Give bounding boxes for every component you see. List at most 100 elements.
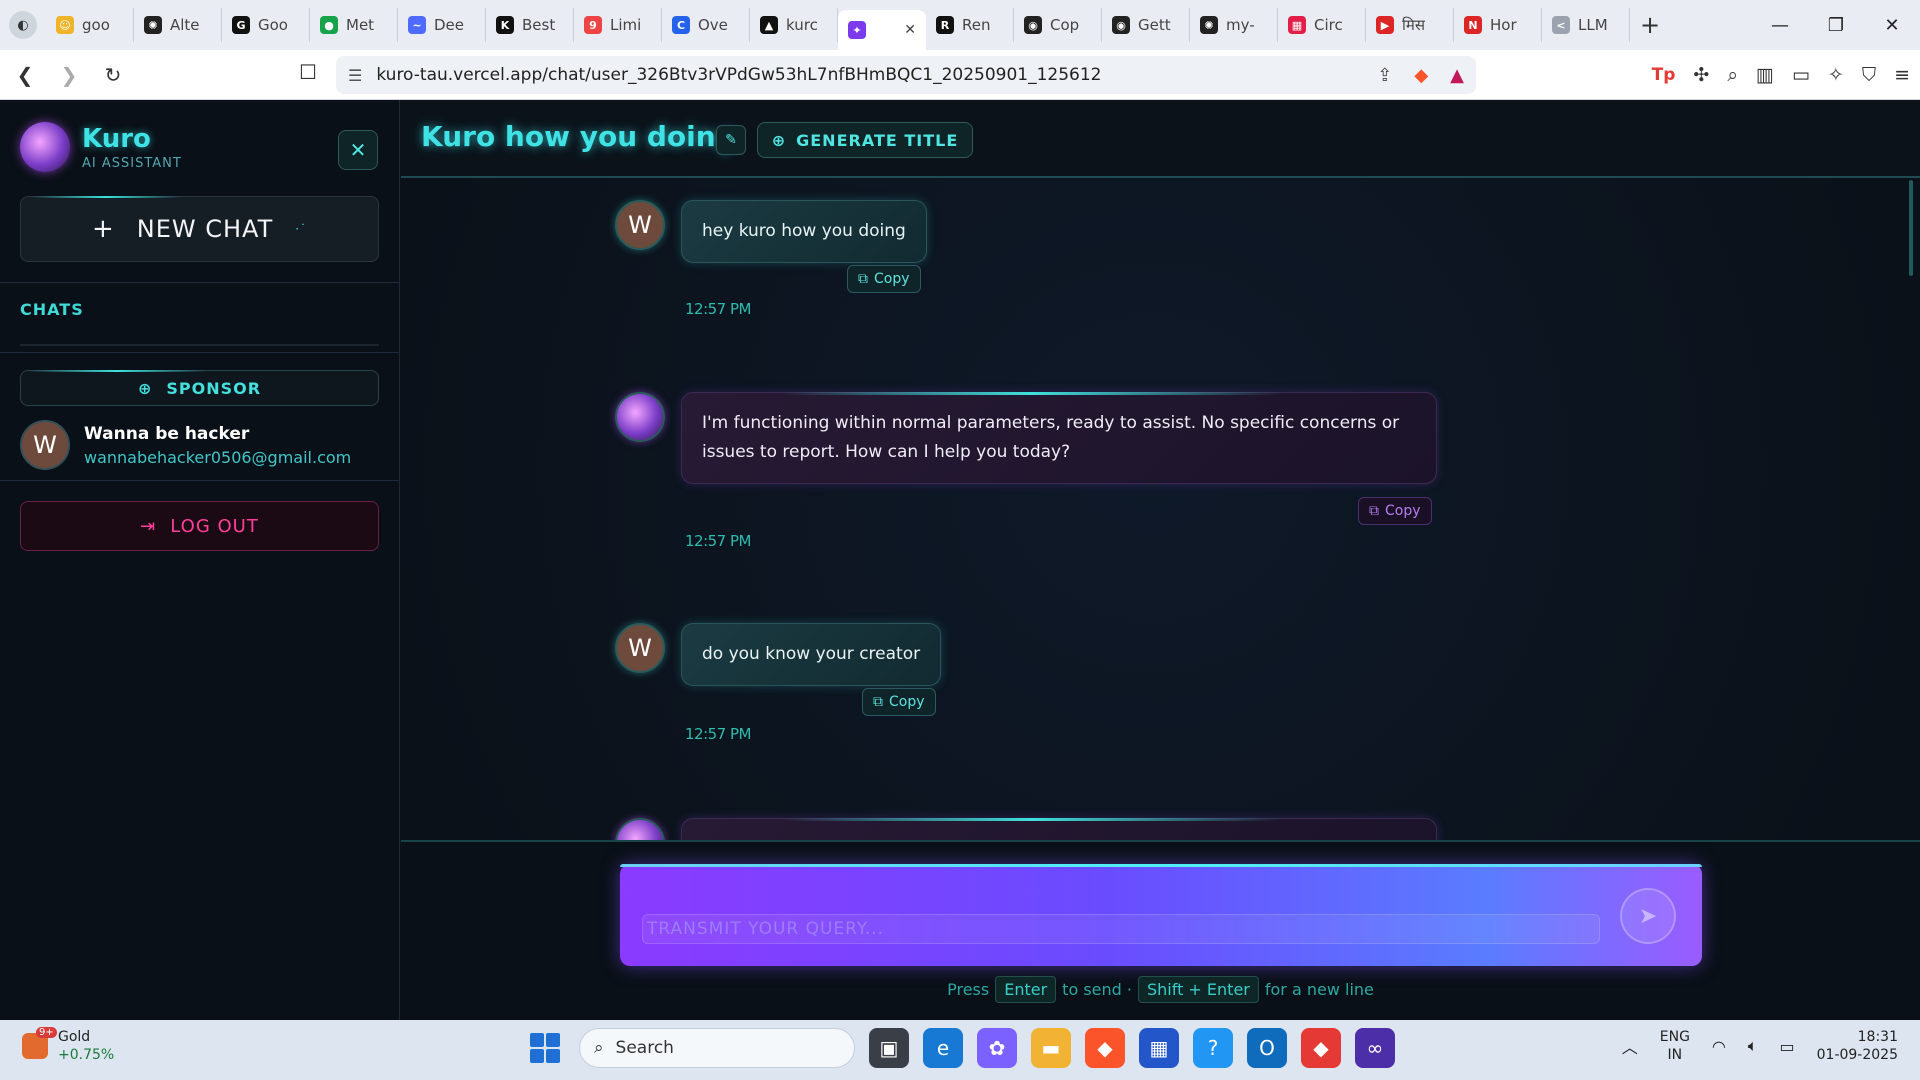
- tab-title: Alte: [170, 16, 200, 34]
- tab-title: Best: [522, 16, 556, 34]
- browser-tab[interactable]: ~ Dee: [398, 8, 486, 42]
- browser-tab[interactable]: R Ren: [926, 8, 1014, 42]
- copy-button[interactable]: ⧉ Copy: [847, 265, 921, 293]
- url-bar[interactable]: ☰ kuro-tau.vercel.app/chat/user_326Btv3r…: [336, 56, 1476, 94]
- close-window-icon[interactable]: ✕: [1864, 0, 1920, 50]
- browser-tab[interactable]: ✺ Alte: [134, 8, 222, 42]
- leo-ai-icon[interactable]: ✧: [1828, 64, 1844, 86]
- browser-tab[interactable]: C Ove: [662, 8, 750, 42]
- browser-tab[interactable]: 9 Limi: [574, 8, 662, 42]
- wifi-icon[interactable]: ◠: [1712, 1037, 1726, 1056]
- browser-tab[interactable]: ▲ kurc: [750, 8, 838, 42]
- tab-actions-button[interactable]: ◐: [0, 0, 46, 50]
- scrollbar-thumb[interactable]: [1909, 180, 1913, 276]
- plus-icon: +: [91, 214, 115, 244]
- sidebar: Kuro AI ASSISTANT ✕ + NEW CHAT ·˙ CHATS …: [0, 100, 400, 1020]
- close-sidebar-button[interactable]: ✕: [338, 130, 378, 170]
- browser-tab[interactable]: ☺ goo: [46, 8, 134, 42]
- language-indicator[interactable]: ENG IN: [1660, 1028, 1690, 1064]
- browser-tab[interactable]: ◉ Cop: [1014, 8, 1102, 42]
- extension-tp-icon[interactable]: Tp: [1652, 65, 1676, 85]
- taskbar-search[interactable]: ⌕ Search: [579, 1028, 855, 1068]
- copy-button[interactable]: ⧉ Copy: [1358, 497, 1432, 525]
- reload-button[interactable]: ↻: [94, 56, 132, 94]
- app-diamond-icon[interactable]: ◆: [1301, 1028, 1341, 1068]
- kuro-avatar: [615, 392, 665, 442]
- screenshot-icon[interactable]: ⌕: [1727, 64, 1738, 86]
- bookmark-icon[interactable]: ☐: [288, 60, 328, 84]
- generate-title-label: GENERATE TITLE: [796, 130, 959, 150]
- forward-button[interactable]: ❯: [50, 56, 88, 94]
- copy-button[interactable]: ⧉ Copy: [862, 688, 936, 716]
- extensions-icon[interactable]: ✣: [1693, 64, 1709, 86]
- browser-tab[interactable]: K Best: [486, 8, 574, 42]
- message-bubble: hey kuro how you doing: [681, 200, 927, 263]
- message-bubble: I'm functioning within normal parameters…: [681, 392, 1437, 484]
- message-input[interactable]: [642, 914, 1600, 944]
- tab-title: kurc: [786, 16, 818, 34]
- sponsor-button[interactable]: ⊕ SPONSOR: [20, 370, 379, 406]
- sponsor-icon: ⊕: [137, 378, 153, 398]
- tab-favicon-icon: ✺: [1200, 16, 1218, 34]
- back-button[interactable]: ❮: [6, 56, 44, 94]
- generate-icon: ⊕: [771, 130, 787, 150]
- edit-title-button[interactable]: ✎: [716, 125, 746, 155]
- widgets-button[interactable]: 9+ Gold +0.75%: [22, 1027, 114, 1064]
- site-settings-icon[interactable]: ☰: [348, 66, 362, 85]
- store-icon[interactable]: ▦: [1139, 1028, 1179, 1068]
- message-time: 12:57 PM: [685, 725, 751, 743]
- task-view-icon[interactable]: ▣: [869, 1028, 909, 1068]
- composer-area: ➤ Press Enter to send · Shift + Enter fo…: [401, 840, 1920, 1020]
- pencil-icon: ✎: [725, 132, 737, 148]
- tab-favicon-icon: ✦: [848, 21, 866, 39]
- app-root: Kuro AI ASSISTANT ✕ + NEW CHAT ·˙ CHATS …: [0, 100, 1920, 1020]
- share-icon[interactable]: ⇪: [1377, 65, 1392, 86]
- browser-tab[interactable]: ● Met: [310, 8, 398, 42]
- tab-title: Hor: [1490, 16, 1517, 34]
- tab-favicon-icon: ▦: [1288, 16, 1306, 34]
- battery-icon[interactable]: ▭: [1780, 1037, 1795, 1056]
- copilot-icon[interactable]: ✿: [977, 1028, 1017, 1068]
- new-tab-button[interactable]: +: [1630, 8, 1670, 42]
- kuro-avatar: [20, 122, 70, 172]
- brave-icon[interactable]: ◆: [1085, 1028, 1125, 1068]
- browser-tab[interactable]: ▶ मिस: [1366, 8, 1454, 42]
- hint-to-send: to send ·: [1062, 980, 1132, 999]
- brave-shields-icon[interactable]: ◆: [1414, 65, 1428, 86]
- app-glasses-icon[interactable]: ∞: [1355, 1028, 1395, 1068]
- close-tab-icon[interactable]: ✕: [904, 22, 916, 38]
- browser-tab[interactable]: ✺ my-: [1190, 8, 1278, 42]
- wallet-icon[interactable]: ▭: [1792, 64, 1810, 86]
- chevron-up-icon[interactable]: ︿: [1622, 1034, 1638, 1058]
- browser-tab[interactable]: ✦ ✕: [838, 10, 926, 50]
- brave-rewards-icon[interactable]: ▲: [1450, 65, 1464, 86]
- outlook-icon[interactable]: O: [1247, 1028, 1287, 1068]
- browser-tab[interactable]: N Hor: [1454, 8, 1542, 42]
- minimize-icon[interactable]: —: [1752, 0, 1808, 50]
- browser-tab[interactable]: ▦ Circ: [1278, 8, 1366, 42]
- volume-icon[interactable]: 🔈︎: [1748, 1036, 1758, 1056]
- help-icon[interactable]: ?: [1193, 1028, 1233, 1068]
- file-explorer-icon[interactable]: ▬: [1031, 1028, 1071, 1068]
- menu-icon[interactable]: ≡: [1894, 64, 1910, 86]
- message-assistant: [615, 818, 1437, 840]
- browser-tab[interactable]: G Goo: [222, 8, 310, 42]
- start-button[interactable]: [525, 1028, 565, 1068]
- vpn-icon[interactable]: ⛉: [1862, 64, 1876, 86]
- tab-title: Circ: [1314, 16, 1343, 34]
- tab-favicon-icon: ~: [408, 16, 426, 34]
- clock[interactable]: 18:31 01-09-2025: [1817, 1028, 1898, 1064]
- generate-title-button[interactable]: ⊕ GENERATE TITLE: [757, 122, 973, 158]
- logout-button[interactable]: ⇥ LOG OUT: [20, 501, 379, 551]
- tab-favicon-icon: ◉: [1112, 16, 1130, 34]
- sidebar-toggle-icon[interactable]: ▥: [1756, 64, 1774, 86]
- browser-tab[interactable]: < LLM: [1542, 8, 1630, 42]
- restore-icon[interactable]: ❐: [1808, 0, 1864, 50]
- copy-label: Copy: [1385, 503, 1421, 519]
- browser-tab[interactable]: ◉ Gett: [1102, 8, 1190, 42]
- send-button[interactable]: ➤: [1620, 888, 1676, 944]
- edge-icon[interactable]: e: [923, 1028, 963, 1068]
- new-chat-button[interactable]: + NEW CHAT ·˙: [20, 196, 379, 262]
- copy-icon: ⧉: [1369, 503, 1379, 519]
- copy-label: Copy: [889, 694, 925, 710]
